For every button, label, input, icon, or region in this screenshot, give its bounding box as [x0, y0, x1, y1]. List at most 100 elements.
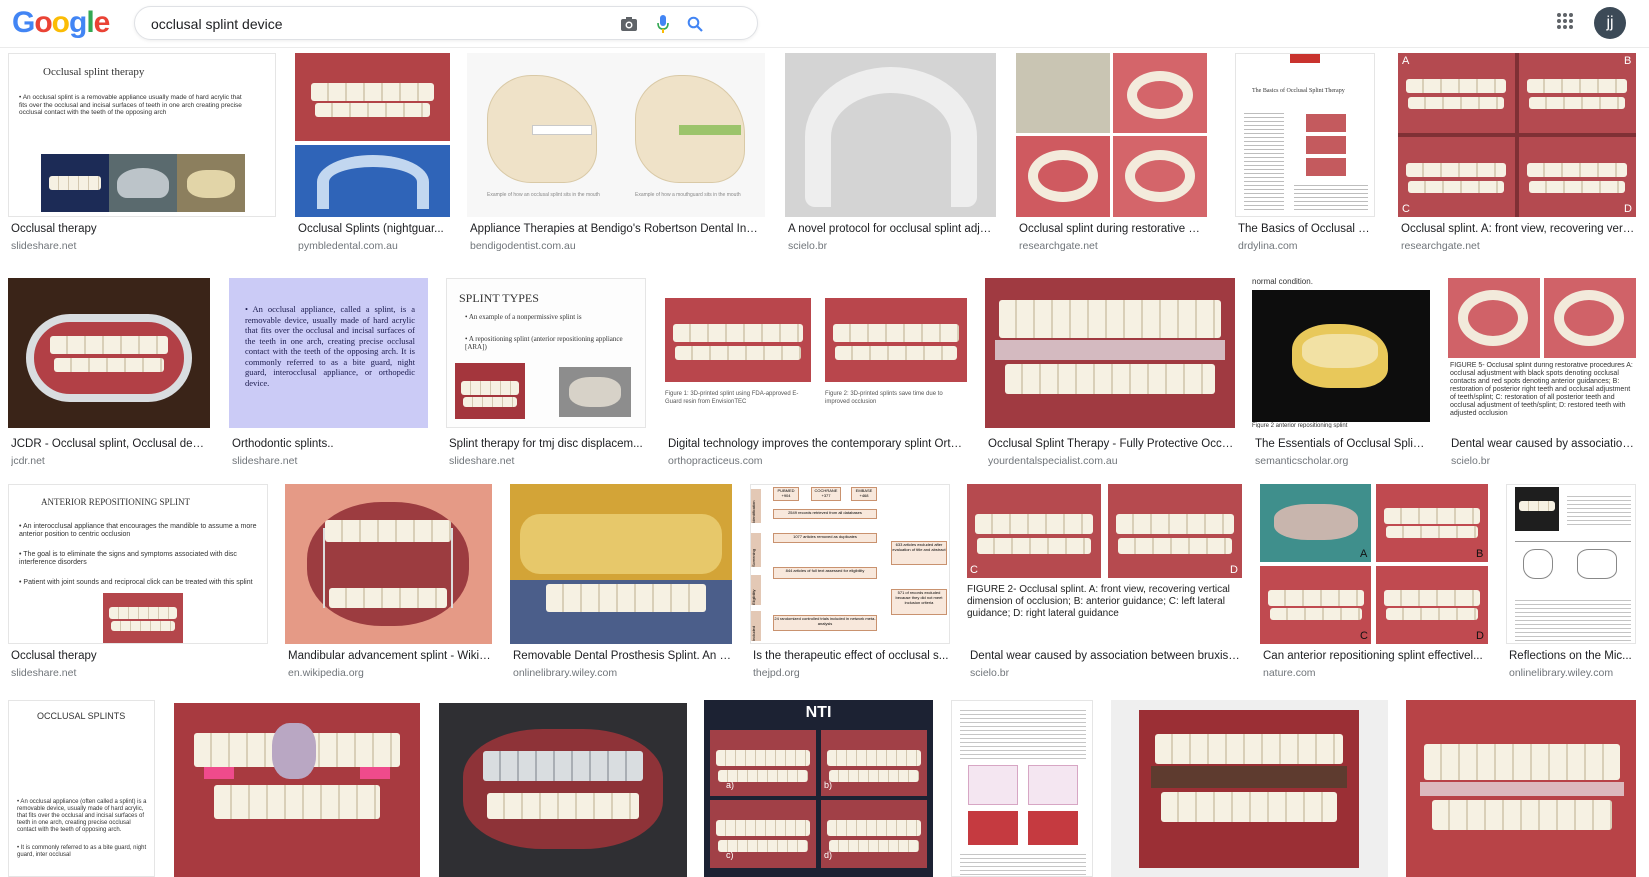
result-caption[interactable]: JCDR - Occlusal splint, Occlusal devic..…	[11, 438, 209, 450]
search-icon[interactable]	[685, 14, 705, 34]
result-thumbnail[interactable]	[295, 53, 450, 217]
image-result[interactable]: A novel protocol for occlusal splint adj…	[785, 53, 996, 253]
result-thumbnail[interactable]: ANTERIOR REPOSITIONING SPLINT • An inter…	[8, 484, 268, 644]
image-result[interactable]: Removable Dental Prosthesis Splint. An O…	[510, 484, 732, 684]
result-caption[interactable]: Occlusal therapy	[11, 223, 273, 235]
result-caption[interactable]: A novel protocol for occlusal splint adj…	[788, 223, 994, 235]
image-result[interactable]	[439, 703, 687, 877]
result-thumbnail[interactable]: A B C D	[1398, 53, 1636, 217]
result-caption[interactable]: Is the therapeutic effect of occlusal s.…	[753, 650, 949, 662]
result-caption[interactable]: Orthodontic splints..	[232, 438, 427, 450]
image-result[interactable]: SPLINT TYPES • An example of a nonpermis…	[446, 278, 646, 478]
image-result[interactable]: Example of how an occlusal splint sits i…	[467, 53, 765, 253]
result-thumbnail[interactable]: OCCLUSAL SPLINTS • An occlusal appliance…	[8, 700, 155, 877]
result-thumbnail[interactable]	[174, 703, 420, 877]
result-thumbnail[interactable]	[439, 703, 687, 877]
result-thumbnail[interactable]: C D FIGURE 2- Occlusal splint. A: front …	[967, 484, 1242, 644]
image-result[interactable]: • An occlusal appliance, called a splint…	[229, 278, 428, 478]
result-source[interactable]: semanticscholar.org	[1255, 455, 1429, 467]
result-source[interactable]: slideshare.net	[232, 455, 427, 467]
result-source[interactable]: slideshare.net	[449, 455, 645, 467]
result-caption[interactable]: Occlusal therapy	[11, 650, 267, 662]
image-result[interactable]	[1406, 700, 1636, 877]
result-thumbnail[interactable]: A B C D	[1260, 484, 1488, 644]
image-result[interactable]: JCDR - Occlusal splint, Occlusal devic..…	[8, 278, 210, 478]
result-source[interactable]: slideshare.net	[11, 240, 273, 252]
result-source[interactable]: orthopracticeus.com	[668, 455, 966, 467]
image-result[interactable]: Occlusal Splints (nightguar... pymbleden…	[295, 53, 450, 253]
result-source[interactable]: researchgate.net	[1401, 240, 1635, 252]
image-result[interactable]	[1111, 700, 1388, 877]
result-source[interactable]: yourdentalspecialist.com.au	[988, 455, 1234, 467]
search-input[interactable]	[151, 13, 621, 35]
result-thumbnail[interactable]: Figure 1: 3D-printed splint using FDA-ap…	[665, 278, 967, 428]
image-result[interactable]: Figure 1: 3D-printed splint using FDA-ap…	[665, 278, 967, 478]
result-caption[interactable]: Dental wear caused by association...	[1451, 438, 1635, 450]
google-logo[interactable]: Google	[12, 6, 110, 40]
image-result[interactable]: A B C D Occlusal splint. A: front view, …	[1398, 53, 1636, 253]
microphone-icon[interactable]	[653, 14, 673, 34]
apps-grid-icon[interactable]	[1556, 12, 1578, 34]
image-result[interactable]: Identification Screening Eligibility Inc…	[750, 484, 950, 684]
image-result[interactable]: The Basics of Occlusal Splint Therapy Th…	[1235, 53, 1375, 253]
image-result[interactable]: Occlusal splint during restorative pro..…	[1016, 53, 1207, 253]
result-source[interactable]: scielo.br	[788, 240, 994, 252]
result-thumbnail[interactable]: normal condition. Figure 2 anterior repo…	[1252, 278, 1430, 428]
result-source[interactable]: thejpd.org	[753, 667, 949, 679]
result-caption[interactable]: Can anterior repositioning splint effect…	[1263, 650, 1487, 662]
result-caption[interactable]: Digital technology improves the contempo…	[668, 438, 966, 450]
result-thumbnail[interactable]	[510, 484, 732, 644]
image-result[interactable]	[951, 700, 1093, 877]
result-source[interactable]: nature.com	[1263, 667, 1487, 679]
search-box[interactable]	[134, 6, 758, 40]
result-caption[interactable]: Splint therapy for tmj disc displacem...	[449, 438, 645, 450]
image-result[interactable]: A B C D Can anterior repositioning splin…	[1260, 484, 1488, 684]
result-source[interactable]: onlinelibrary.wiley.com	[1509, 667, 1635, 679]
image-result[interactable]: Reflections on the Mic... onlinelibrary.…	[1506, 484, 1636, 684]
result-source[interactable]: en.wikipedia.org	[288, 667, 491, 679]
image-result[interactable]: C D FIGURE 2- Occlusal splint. A: front …	[967, 484, 1242, 684]
result-caption[interactable]: Occlusal splint during restorative pro..…	[1019, 223, 1205, 235]
result-thumbnail[interactable]	[985, 278, 1235, 428]
result-source[interactable]: scielo.br	[970, 667, 1241, 679]
result-thumbnail[interactable]: Occlusal splint therapy • An occlusal sp…	[8, 53, 276, 217]
result-source[interactable]: bendigodentist.com.au	[470, 240, 764, 252]
result-thumbnail[interactable]	[951, 700, 1093, 877]
result-source[interactable]: researchgate.net	[1019, 240, 1205, 252]
result-caption[interactable]: Mandibular advancement splint - Wikip...	[288, 650, 491, 662]
result-caption[interactable]: Occlusal Splint Therapy - Fully Protecti…	[988, 438, 1234, 450]
result-thumbnail[interactable]	[8, 278, 210, 428]
avatar[interactable]: jj	[1594, 7, 1626, 39]
camera-icon[interactable]	[619, 14, 639, 34]
image-result[interactable]: Mandibular advancement splint - Wikip...…	[285, 484, 492, 684]
image-result[interactable]: FIGURE 5- Occlusal splint during restora…	[1448, 278, 1636, 478]
result-source[interactable]: drdylina.com	[1238, 240, 1374, 252]
result-thumbnail[interactable]: NTI a) b) c) d)	[704, 700, 933, 877]
result-thumbnail[interactable]: SPLINT TYPES • An example of a nonpermis…	[446, 278, 646, 428]
result-source[interactable]: scielo.br	[1451, 455, 1635, 467]
result-thumbnail[interactable]	[1016, 53, 1207, 217]
image-result[interactable]	[174, 703, 420, 877]
result-caption[interactable]: Dental wear caused by association betwee…	[970, 650, 1241, 662]
result-source[interactable]: pymbledental.com.au	[298, 240, 448, 252]
result-source[interactable]: jcdr.net	[11, 455, 209, 467]
result-thumbnail[interactable]: Example of how an occlusal splint sits i…	[467, 53, 765, 217]
result-caption[interactable]: The Basics of Occlusal Sp...	[1238, 223, 1374, 235]
result-thumbnail[interactable]	[1111, 700, 1388, 877]
result-thumbnail[interactable]	[285, 484, 492, 644]
result-source[interactable]: slideshare.net	[11, 667, 267, 679]
result-thumbnail[interactable]: The Basics of Occlusal Splint Therapy	[1235, 53, 1375, 217]
result-caption[interactable]: Reflections on the Mic...	[1509, 650, 1635, 662]
result-source[interactable]: onlinelibrary.wiley.com	[513, 667, 731, 679]
result-thumbnail[interactable]	[1506, 484, 1636, 644]
result-caption[interactable]: The Essentials of Occlusal Splint...	[1255, 438, 1429, 450]
result-thumbnail[interactable]	[785, 53, 996, 217]
result-thumbnail[interactable]	[1406, 700, 1636, 877]
image-result[interactable]: Occlusal splint therapy • An occlusal sp…	[8, 53, 276, 253]
result-caption[interactable]: Removable Dental Prosthesis Splint. An O…	[513, 650, 731, 662]
image-result[interactable]: OCCLUSAL SPLINTS • An occlusal appliance…	[8, 700, 155, 877]
result-thumbnail[interactable]: FIGURE 5- Occlusal splint during restora…	[1448, 278, 1636, 428]
result-caption[interactable]: Occlusal Splints (nightguar...	[298, 223, 448, 235]
result-thumbnail[interactable]: Identification Screening Eligibility Inc…	[750, 484, 950, 644]
image-result[interactable]: normal condition. Figure 2 anterior repo…	[1252, 278, 1430, 478]
